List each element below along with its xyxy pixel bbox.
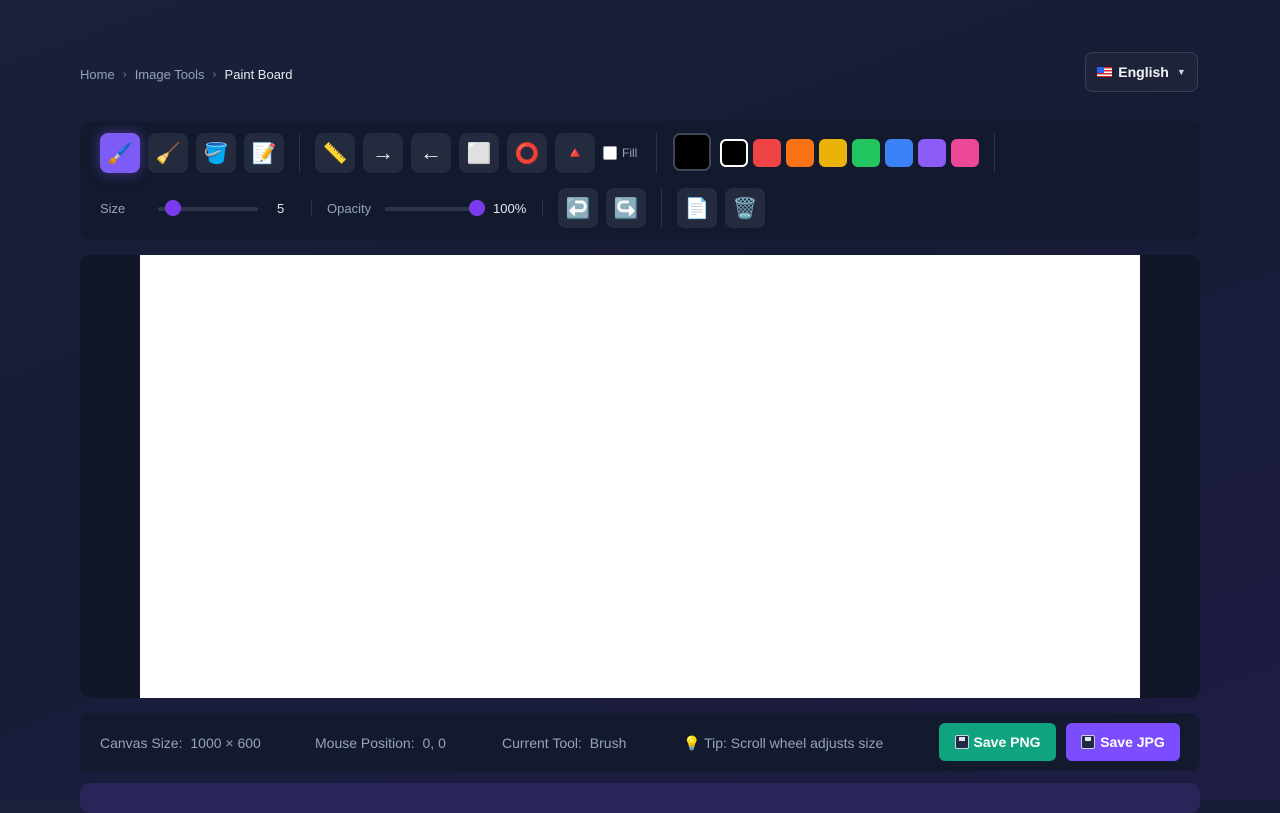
save-jpg-button[interactable]: Save JPG: [1066, 723, 1180, 761]
circle-icon: ⭕: [514, 142, 540, 165]
size-label: Size: [100, 201, 126, 216]
ruler-icon: 📏: [322, 142, 348, 165]
us-flag-icon: [1097, 67, 1113, 77]
breadcrumb-separator: ›: [212, 67, 217, 81]
line-tool-button[interactable]: 📏: [315, 133, 355, 173]
save-png-button[interactable]: Save PNG: [939, 723, 1056, 761]
toolbar-divider: [994, 133, 995, 173]
mouse-position-label: Mouse Position:: [315, 735, 415, 751]
arrow-left-icon: ←: [420, 140, 442, 165]
arrow-right-icon: →: [372, 140, 394, 165]
language-label: English: [1118, 64, 1169, 80]
current-tool-value: Brush: [589, 735, 627, 751]
fill-checkbox[interactable]: [603, 146, 617, 160]
opacity-value: 100%: [493, 201, 527, 216]
redo-button[interactable]: ↪️: [606, 188, 646, 228]
eraser-tool-button[interactable]: 🧹: [148, 133, 188, 173]
chevron-down-icon: ▼: [1176, 67, 1186, 77]
toolbar-divider: [542, 199, 543, 217]
canvas-size-status: Canvas Size: 1000 × 600: [100, 735, 261, 751]
color-swatch[interactable]: [786, 139, 814, 167]
color-swatch[interactable]: [720, 139, 748, 167]
brush-icon: 🖌️: [107, 142, 133, 165]
color-swatch[interactable]: [951, 139, 979, 167]
toolbar: 🖌️ 🧹 🪣 📝 📏 → ← ⬜ ⭕ 🔺 Fill Size 5 Opacity…: [80, 121, 1200, 240]
breadcrumb-home[interactable]: Home: [80, 67, 115, 82]
canvas-size-label: Canvas Size:: [100, 735, 183, 751]
breadcrumb-separator: ›: [122, 67, 127, 81]
fill-bucket-tool-button[interactable]: 🪣: [196, 133, 236, 173]
color-swatch[interactable]: [885, 139, 913, 167]
current-tool-label: Current Tool:: [502, 735, 582, 751]
color-swatch[interactable]: [918, 139, 946, 167]
page-icon: 📄: [684, 197, 710, 220]
toolbar-divider: [661, 188, 662, 228]
opacity-slider-thumb[interactable]: [469, 200, 485, 216]
triangle-tool-button[interactable]: 🔺: [555, 133, 595, 173]
toolbar-divider: [656, 133, 657, 173]
opacity-slider[interactable]: [385, 207, 477, 211]
broom-icon: 🧹: [155, 142, 181, 165]
undo-button[interactable]: ↩️: [558, 188, 598, 228]
breadcrumb-image-tools[interactable]: Image Tools: [135, 67, 205, 82]
floppy-disk-icon: [954, 735, 969, 749]
bottom-panel: [80, 783, 1200, 813]
toolbar-divider: [311, 199, 312, 217]
mouse-position-status: Mouse Position: 0, 0: [315, 735, 446, 751]
arrow-right-tool-button[interactable]: →: [363, 133, 403, 173]
mouse-position-value: 0, 0: [422, 735, 446, 751]
memo-icon: 📝: [251, 142, 277, 165]
color-swatch[interactable]: [852, 139, 880, 167]
fill-label: Fill: [622, 146, 638, 160]
opacity-label: Opacity: [327, 201, 372, 216]
toolbar-divider: [299, 133, 300, 173]
fill-toggle[interactable]: Fill: [603, 145, 637, 161]
breadcrumb: Home › Image Tools › Paint Board: [80, 64, 292, 84]
trash-icon: 🗑️: [732, 197, 758, 220]
rectangle-tool-button[interactable]: ⬜: [459, 133, 499, 173]
square-icon: ⬜: [466, 142, 492, 165]
color-swatch[interactable]: [753, 139, 781, 167]
brush-tool-button[interactable]: 🖌️: [100, 133, 140, 173]
arrow-left-tool-button[interactable]: ←: [411, 133, 451, 173]
circle-tool-button[interactable]: ⭕: [507, 133, 547, 173]
text-tool-button[interactable]: 📝: [244, 133, 284, 173]
new-canvas-button[interactable]: 📄: [677, 188, 717, 228]
paint-canvas[interactable]: [140, 255, 1140, 698]
color-swatch[interactable]: [819, 139, 847, 167]
language-selector[interactable]: English ▼: [1085, 52, 1198, 92]
undo-icon: ↩️: [565, 197, 591, 220]
save-jpg-label: Save JPG: [1100, 734, 1165, 750]
clear-canvas-button[interactable]: 🗑️: [725, 188, 765, 228]
status-bar: Canvas Size: 1000 × 600 Mouse Position: …: [80, 713, 1200, 771]
save-png-label: Save PNG: [973, 734, 1041, 750]
current-tool-status: Current Tool: Brush: [502, 735, 626, 751]
size-value: 5: [277, 201, 285, 216]
bucket-icon: 🪣: [203, 142, 229, 165]
triangle-icon: 🔺: [565, 145, 585, 162]
current-color-picker[interactable]: [673, 133, 711, 171]
size-slider-thumb[interactable]: [165, 200, 181, 216]
canvas-area: [80, 255, 1200, 698]
floppy-disk-icon: [1081, 735, 1096, 749]
tip-text: 💡 Tip: Scroll wheel adjusts size: [683, 735, 884, 751]
redo-icon: ↪️: [613, 197, 639, 220]
breadcrumb-current: Paint Board: [224, 66, 293, 82]
canvas-size-value: 1000 × 600: [190, 735, 261, 751]
